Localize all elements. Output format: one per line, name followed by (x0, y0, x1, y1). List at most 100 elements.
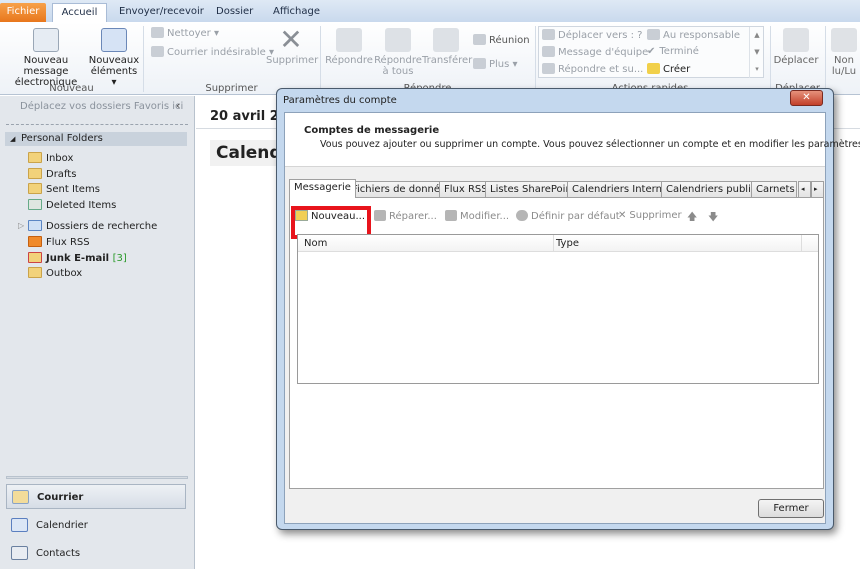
accounts-list[interactable]: Nom Type (297, 234, 819, 384)
label: Junk E-mail (46, 253, 110, 264)
dialog-header: Comptes de messagerie Vous pouvez ajoute… (285, 113, 860, 167)
tab-envoyer-recevoir[interactable]: Envoyer/recevoir (110, 3, 213, 22)
gallery-scroll[interactable]: ▲ ▼ ▾ (749, 27, 764, 78)
drafts-icon (28, 168, 42, 179)
account-settings-dialog: Paramètres du compte ✕ Comptes de messag… (276, 88, 860, 530)
folder-drafts[interactable]: Drafts (28, 168, 76, 180)
label: Dossiers de recherche (46, 221, 158, 232)
folder-rss[interactable]: Flux RSS (28, 236, 90, 248)
modify-icon (445, 210, 457, 221)
forward-button[interactable]: Transférer (422, 28, 473, 66)
check-circle-icon (516, 210, 528, 221)
group-label-nouveau: Nouveau (49, 83, 94, 94)
reply-delete-icon (542, 63, 555, 74)
expand-search-folders-icon[interactable]: ▷ (18, 221, 24, 230)
divider (6, 124, 188, 125)
label: Supprimer (266, 55, 319, 66)
move-up-button[interactable]: 🡅 (687, 210, 697, 227)
expand-icon: ◢ (10, 135, 16, 143)
folder-deleted-items[interactable]: Deleted Items (28, 199, 116, 211)
tab-scroll-right[interactable]: ▸ (811, 181, 824, 197)
label: Outbox (46, 268, 83, 279)
folder-junk-email[interactable]: Junk E-mail [3] (28, 252, 127, 264)
search-folder-icon (28, 220, 42, 231)
clean-button[interactable]: Nettoyer ▾ (151, 27, 219, 39)
delete-button[interactable]: ✕ Supprimer (266, 26, 319, 67)
tab-dossier[interactable]: Dossier (207, 3, 262, 22)
favorites-hint: Déplacez vos dossiers Favoris ici (20, 101, 184, 112)
folder-sent-items[interactable]: Sent Items (28, 183, 100, 195)
move-button[interactable]: Déplacer (773, 28, 819, 66)
forward-icon (433, 28, 459, 52)
more-button[interactable]: Plus ▾ (473, 58, 518, 70)
label: Contacts (36, 548, 81, 559)
quick-step-move-to[interactable]: Déplacer vers : ? (542, 29, 642, 41)
label: Au responsable (663, 30, 741, 41)
close-icon[interactable]: ✕ (790, 90, 823, 106)
label: Déplacer (773, 55, 819, 66)
unread-count: [3] (112, 253, 127, 264)
label: Calendrier (36, 520, 88, 531)
label: Message d'équipe (558, 47, 649, 58)
nav-button-courrier[interactable]: Courrier (6, 484, 186, 509)
unread-button[interactable]: Non lu/Lu (828, 28, 860, 77)
move-icon (783, 28, 809, 52)
set-default-button[interactable]: Définir par défaut (516, 210, 620, 222)
manager-icon (647, 29, 660, 40)
junk-button[interactable]: Courrier indésirable ▾ (151, 46, 274, 58)
folder-inbox[interactable]: Inbox (28, 152, 73, 164)
label: Courrier indésirable ▾ (167, 47, 275, 58)
label: Flux RSS (46, 237, 90, 248)
pane-splitter[interactable] (6, 476, 188, 479)
label: Réparer... (389, 211, 437, 222)
reply-button[interactable]: Répondre (324, 28, 374, 66)
tab-messagerie[interactable]: Messagerie (289, 179, 356, 198)
column-header-nom[interactable]: Nom (298, 235, 554, 252)
meeting-button[interactable]: Réunion (473, 34, 530, 46)
group-divider (825, 26, 826, 92)
quick-step-done[interactable]: ✔ Terminé (647, 46, 699, 57)
tab-scroll-left[interactable]: ◂ (798, 181, 811, 197)
arrow-up-icon: 🡅 (687, 212, 698, 223)
dialog-tab-strip: Messagerie Fichiers de données Flux RSS … (289, 179, 825, 198)
label: Créer (663, 64, 691, 75)
label: Répondre et su... (558, 64, 644, 75)
folder-outbox[interactable]: Outbox (28, 267, 82, 279)
create-icon (647, 63, 660, 74)
quick-steps-gallery: Déplacer vers : ? Message d'équipe Répon… (538, 26, 764, 78)
label: Sent Items (46, 184, 100, 195)
tab-affichage[interactable]: Affichage (264, 3, 329, 22)
label: Répondre (374, 55, 422, 66)
repair-button[interactable]: Réparer... (374, 210, 437, 222)
reply-all-button[interactable]: Répondre à tous (374, 28, 422, 77)
collapse-pane-icon[interactable]: ‹ (176, 99, 180, 112)
new-items-button[interactable]: Nouveaux éléments ▾ (88, 28, 140, 88)
nav-button-calendrier[interactable]: Calendrier (6, 513, 186, 538)
label: Modifier... (460, 211, 510, 222)
label: Plus ▾ (489, 59, 518, 70)
label: Deleted Items (46, 200, 117, 211)
delete-account-button[interactable]: ✕ Supprimer (618, 210, 682, 221)
tab-carnets[interactable]: Carnets d (751, 181, 797, 197)
ribbon: Nouveau message électronique Nouveaux élém… (0, 22, 860, 95)
quick-step-reply-delete[interactable]: Répondre et su... (542, 63, 643, 75)
nav-button-contacts[interactable]: Contacts (6, 541, 186, 566)
quick-step-create[interactable]: Créer (647, 63, 690, 75)
label: Transférer (422, 55, 473, 66)
tab-accueil[interactable]: Accueil (52, 3, 107, 22)
column-header-type[interactable]: Type (554, 235, 802, 252)
new-email-button[interactable]: Nouveau message électronique (4, 28, 88, 88)
move-down-button[interactable]: 🡇 (708, 210, 718, 227)
outbox-icon (28, 267, 42, 278)
personal-folders-root[interactable]: ◢ Personal Folders (5, 132, 187, 146)
label: à tous (382, 66, 414, 77)
close-button[interactable]: Fermer (758, 499, 824, 518)
quick-step-manager[interactable]: Au responsable (647, 29, 740, 41)
quick-step-team-email[interactable]: Message d'équipe (542, 46, 648, 58)
label: Réunion (489, 35, 530, 46)
list-header: Nom Type (298, 235, 818, 252)
tab-fichier[interactable]: Fichier (0, 3, 46, 22)
modify-button[interactable]: Modifier... (445, 210, 509, 222)
header-title: Comptes de messagerie (304, 125, 440, 136)
folder-search-folders[interactable]: Dossiers de recherche (28, 220, 157, 232)
